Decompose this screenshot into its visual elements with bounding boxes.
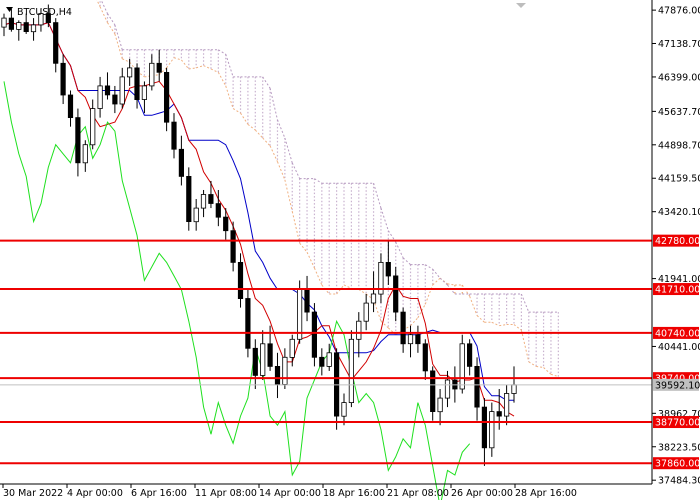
candle-bear[interactable] bbox=[393, 275, 399, 313]
candle-bear[interactable] bbox=[415, 334, 421, 345]
candle-bull[interactable] bbox=[141, 85, 147, 100]
candle-bear[interactable] bbox=[75, 117, 81, 164]
candle-bull[interactable] bbox=[289, 338, 295, 358]
y-tick-label: 44159.50 bbox=[658, 174, 700, 185]
candle-bear[interactable] bbox=[496, 411, 502, 417]
candle-bear[interactable] bbox=[178, 148, 184, 177]
candle-bull[interactable] bbox=[149, 62, 155, 87]
x-tick-label: 4 Apr 00:00 bbox=[67, 488, 123, 499]
candle-bull[interactable] bbox=[326, 352, 332, 367]
y-tick-label: 37484.30 bbox=[658, 476, 700, 487]
candle-bull[interactable] bbox=[459, 343, 465, 390]
level-tag-label: 37860.00 bbox=[655, 459, 700, 470]
candle-bear[interactable] bbox=[215, 203, 221, 218]
candle-bear[interactable] bbox=[245, 298, 251, 349]
candle-bear[interactable] bbox=[186, 175, 192, 222]
candle-bull[interactable] bbox=[90, 108, 96, 146]
candle-bull[interactable] bbox=[356, 320, 362, 340]
candle-bear[interactable] bbox=[252, 347, 258, 376]
x-tick-label: 11 Apr 08:00 bbox=[195, 488, 257, 499]
x-tick-label: 30 Mar 2022 bbox=[3, 488, 63, 499]
candle-bear[interactable] bbox=[53, 22, 59, 64]
x-tick-label: 6 Apr 16:00 bbox=[131, 488, 187, 499]
candle-bear[interactable] bbox=[385, 261, 391, 277]
candle-bear[interactable] bbox=[156, 62, 162, 73]
candle-bear[interactable] bbox=[67, 94, 74, 119]
candle-bull[interactable] bbox=[16, 22, 22, 30]
candle-bear[interactable] bbox=[304, 289, 310, 313]
level-tag-label: 40740.00 bbox=[655, 328, 700, 339]
x-tick-label: 26 Apr 00:00 bbox=[451, 488, 513, 499]
y-tick-label: 46399.00 bbox=[658, 72, 700, 83]
candle-bear[interactable] bbox=[274, 365, 281, 385]
y-tick-label: 47876.00 bbox=[658, 6, 700, 17]
candle-bull[interactable] bbox=[193, 207, 199, 223]
candle-bull[interactable] bbox=[1, 17, 7, 28]
candle-bull[interactable] bbox=[296, 289, 303, 340]
y-tick-label: 43420.10 bbox=[658, 207, 700, 218]
candle-bull[interactable] bbox=[119, 76, 125, 105]
candle-bear[interactable] bbox=[60, 62, 66, 96]
candle-bull[interactable] bbox=[341, 402, 347, 417]
candle-bear[interactable] bbox=[112, 94, 118, 105]
candle-bull[interactable] bbox=[437, 397, 443, 413]
candle-bear[interactable] bbox=[208, 194, 214, 204]
candle-bear[interactable] bbox=[430, 370, 436, 412]
candle-bear[interactable] bbox=[23, 22, 29, 33]
current-price-label: 39592.10 bbox=[655, 380, 700, 391]
level-tag-label: 42780.00 bbox=[655, 236, 700, 247]
chart-background bbox=[0, 0, 700, 500]
x-tick-label: 28 Apr 16:00 bbox=[515, 488, 577, 499]
candle-bull[interactable] bbox=[348, 338, 355, 403]
candle-bear[interactable] bbox=[171, 121, 177, 150]
candle-bull[interactable] bbox=[370, 293, 377, 304]
candle-bear[interactable] bbox=[474, 365, 480, 408]
y-tick-label: 40441.00 bbox=[658, 342, 700, 353]
candle-bull[interactable] bbox=[407, 334, 414, 345]
candle-bull[interactable] bbox=[200, 194, 207, 209]
candle-bull[interactable] bbox=[503, 393, 510, 417]
x-tick-label: 21 Apr 08:00 bbox=[387, 488, 449, 499]
candle-bull[interactable] bbox=[363, 302, 369, 322]
candle-bear[interactable] bbox=[466, 343, 473, 367]
level-tag-label: 38770.00 bbox=[655, 418, 700, 429]
candle-bear[interactable] bbox=[237, 261, 244, 299]
level-tag-label: 41710.00 bbox=[655, 285, 700, 296]
candle-bear[interactable] bbox=[267, 343, 273, 367]
candle-bull[interactable] bbox=[97, 85, 103, 109]
candle-bear[interactable] bbox=[8, 17, 14, 30]
candle-bull[interactable] bbox=[127, 67, 133, 78]
candle-bear[interactable] bbox=[230, 230, 236, 263]
candle-bull[interactable] bbox=[260, 343, 266, 376]
y-tick-label: 45637.70 bbox=[658, 107, 700, 118]
candle-bear[interactable] bbox=[422, 343, 428, 372]
x-tick-label: 18 Apr 16:00 bbox=[323, 488, 385, 499]
candle-bear[interactable] bbox=[481, 406, 488, 449]
y-tick-label: 38223.50 bbox=[658, 442, 700, 453]
candle-bull[interactable] bbox=[282, 356, 288, 385]
candle-bull[interactable] bbox=[82, 144, 88, 164]
candle-bear[interactable] bbox=[400, 311, 406, 345]
candle-bear[interactable] bbox=[319, 356, 325, 367]
symbol-label: BTCUSD,H4 bbox=[17, 7, 72, 18]
y-tick-label: 44898.70 bbox=[658, 140, 700, 151]
candle-bear[interactable] bbox=[163, 72, 170, 123]
candle-bear[interactable] bbox=[104, 85, 111, 96]
candle-bear[interactable] bbox=[311, 311, 318, 358]
candle-bear[interactable] bbox=[223, 216, 229, 232]
candle-bull[interactable] bbox=[30, 24, 37, 33]
y-tick-label: 47138.70 bbox=[658, 39, 700, 50]
candle-bull[interactable] bbox=[444, 379, 451, 399]
price-chart: 47876.00 47138.70 46399.00 45637.70 44898.70… bbox=[0, 0, 700, 500]
candle-bull[interactable] bbox=[489, 411, 495, 449]
candle-bull[interactable] bbox=[511, 384, 517, 394]
candle-bear[interactable] bbox=[134, 67, 140, 101]
x-tick-label: 14 Apr 00:00 bbox=[259, 488, 321, 499]
